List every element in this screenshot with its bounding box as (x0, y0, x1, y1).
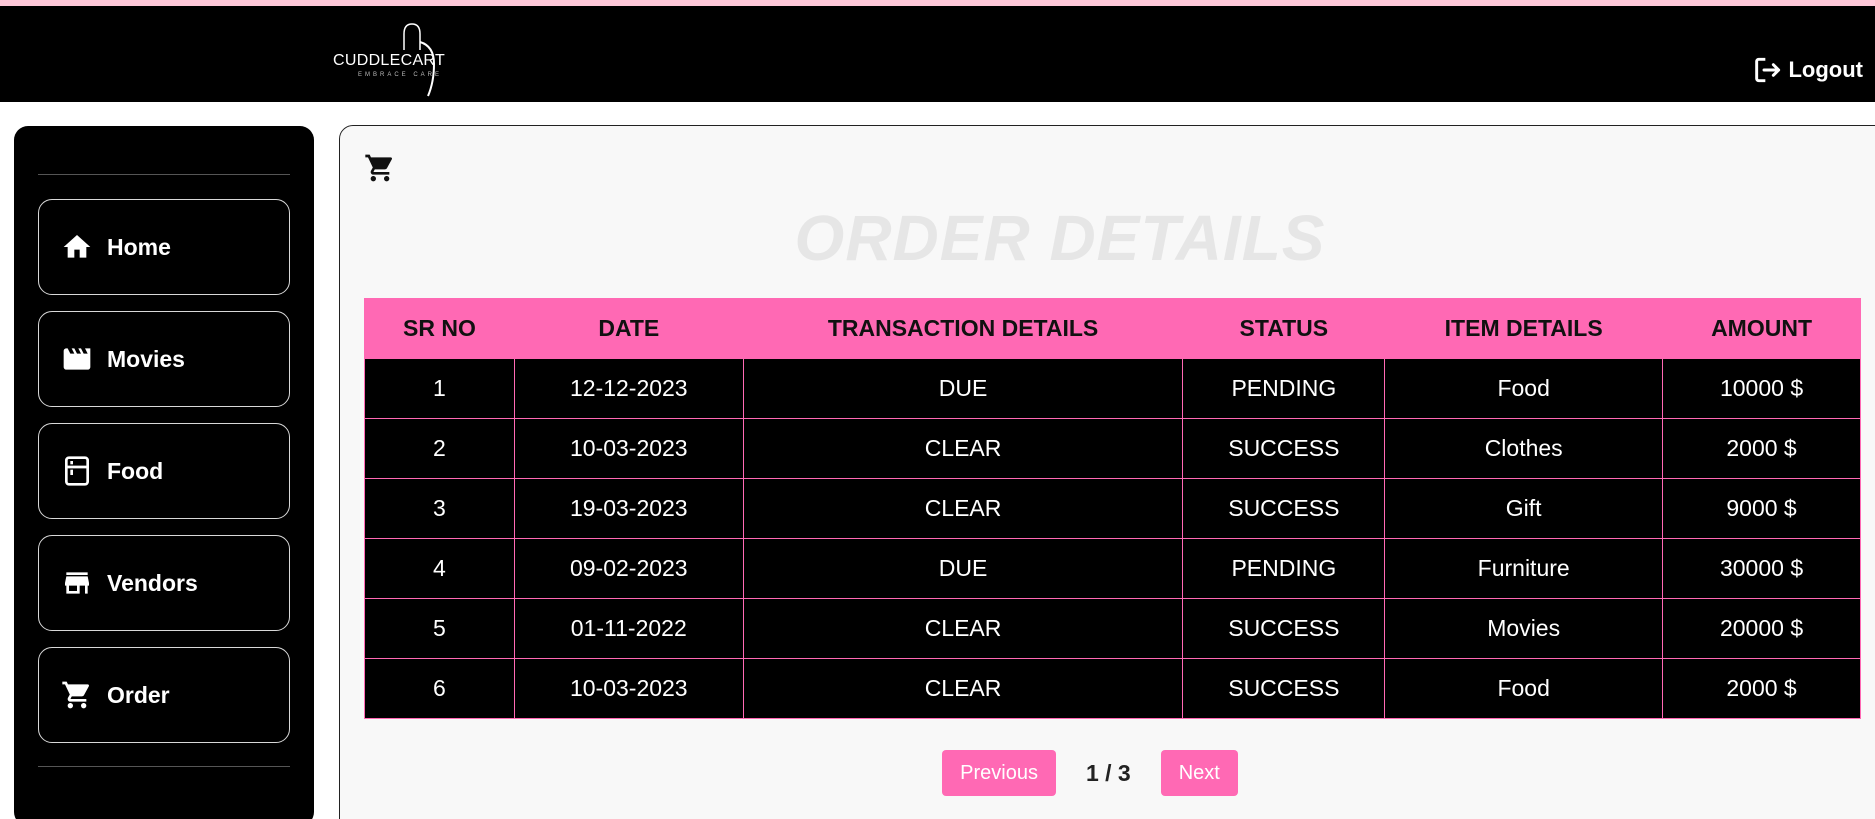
logo-text: CUDDLECART (333, 52, 446, 69)
cell-amount: 2000 $ (1662, 658, 1861, 719)
cell-item: Clothes (1384, 418, 1664, 479)
cuddlecart-logo[interactable]: CUDDLECART EMBRACE CARE (330, 16, 455, 98)
cell-transaction: CLEAR (742, 658, 1184, 719)
cell-status: SUCCESS (1182, 478, 1386, 539)
cell-sr-no: 1 (364, 358, 515, 419)
cell-status: PENDING (1182, 358, 1386, 419)
logo-tagline: EMBRACE CARE (358, 72, 443, 78)
cell-transaction: CLEAR (742, 418, 1184, 479)
cell-status: PENDING (1182, 538, 1386, 599)
orders-table: SR NO DATE TRANSACTION DETAILS STATUS IT… (364, 298, 1861, 719)
cell-transaction: DUE (742, 538, 1184, 599)
cell-status: SUCCESS (1182, 598, 1386, 659)
column-header-item: ITEM DETAILS (1384, 298, 1664, 359)
cell-amount: 10000 $ (1662, 358, 1861, 419)
sidebar-item-label: Vendors (107, 569, 198, 596)
page-title: ORDER DETAILS (340, 201, 1875, 275)
cell-sr-no: 5 (364, 598, 515, 659)
sidebar-item-label: Food (107, 457, 164, 484)
column-header-date: DATE (513, 298, 744, 359)
cell-amount: 9000 $ (1662, 478, 1861, 539)
next-page-button[interactable]: Next (1160, 750, 1238, 796)
page-indicator: 1 / 3 (1085, 759, 1131, 786)
sidebar-item-vendors[interactable]: Vendors (38, 535, 290, 631)
top-header: CUDDLECART EMBRACE CARE Logout (0, 6, 1875, 102)
movies-icon (61, 343, 93, 375)
table-row: 3 19-03-2023 CLEAR SUCCESS Gift 9000 $ (364, 478, 1861, 539)
sidebar-divider-bottom (38, 766, 290, 767)
table-row: 5 01-11-2022 CLEAR SUCCESS Movies 20000 … (364, 598, 1861, 659)
cell-status: SUCCESS (1182, 418, 1386, 479)
table-row: 2 10-03-2023 CLEAR SUCCESS Clothes 2000 … (364, 418, 1861, 479)
cell-date: 09-02-2023 (513, 538, 744, 599)
cell-amount: 2000 $ (1662, 418, 1861, 479)
page-title-text: ORDER DETAILS (794, 202, 1326, 274)
sidebar-item-movies[interactable]: Movies (38, 311, 290, 407)
logout-label: Logout (1788, 57, 1863, 82)
cell-transaction: CLEAR (742, 598, 1184, 659)
cell-item: Food (1384, 358, 1664, 419)
cell-date: 19-03-2023 (513, 478, 744, 539)
cell-sr-no: 6 (364, 658, 515, 719)
logout-icon (1755, 57, 1781, 83)
cell-date: 12-12-2023 (513, 358, 744, 419)
sidebar-item-home[interactable]: Home (38, 199, 290, 295)
cell-item: Food (1384, 658, 1664, 719)
pagination: Previous 1 / 3 Next (340, 750, 1875, 796)
cell-item: Movies (1384, 598, 1664, 659)
home-icon (61, 231, 93, 263)
cell-sr-no: 2 (364, 418, 515, 479)
sidebar-item-label: Order (107, 681, 170, 708)
store-icon (61, 567, 93, 599)
cell-amount: 30000 $ (1662, 538, 1861, 599)
cell-amount: 20000 $ (1662, 598, 1861, 659)
cart-icon (364, 152, 396, 189)
previous-page-button[interactable]: Previous (942, 750, 1056, 796)
column-header-amount: AMOUNT (1662, 298, 1861, 359)
cell-date: 10-03-2023 (513, 658, 744, 719)
cell-transaction: CLEAR (742, 478, 1184, 539)
cell-sr-no: 4 (364, 538, 515, 599)
cell-transaction: DUE (742, 358, 1184, 419)
sidebar-item-food[interactable]: Food (38, 423, 290, 519)
column-header-sr-no: SR NO (364, 298, 515, 359)
cart-icon (61, 679, 93, 711)
cell-item: Furniture (1384, 538, 1664, 599)
logout-button[interactable]: Logout (1752, 50, 1863, 90)
table-row: 4 09-02-2023 DUE PENDING Furniture 30000… (364, 538, 1861, 599)
food-icon (61, 455, 93, 487)
cell-date: 10-03-2023 (513, 418, 744, 479)
sidebar-item-label: Movies (107, 345, 185, 372)
column-header-status: STATUS (1182, 298, 1386, 359)
sidebar: Home Movies Food Vendors Order (14, 126, 314, 819)
cell-sr-no: 3 (364, 478, 515, 539)
order-details-panel: ORDER DETAILS SR NO DATE TRANSACTION DET… (339, 125, 1875, 819)
column-header-transaction: TRANSACTION DETAILS (742, 298, 1184, 359)
table-header-row: SR NO DATE TRANSACTION DETAILS STATUS IT… (364, 298, 1861, 359)
cell-date: 01-11-2022 (513, 598, 744, 659)
sidebar-item-order[interactable]: Order (38, 647, 290, 743)
table-row: 6 10-03-2023 CLEAR SUCCESS Food 2000 $ (364, 658, 1861, 719)
cell-status: SUCCESS (1182, 658, 1386, 719)
sidebar-divider-top (38, 174, 290, 175)
sidebar-item-label: Home (107, 233, 171, 260)
cell-item: Gift (1384, 478, 1664, 539)
table-row: 1 12-12-2023 DUE PENDING Food 10000 $ (364, 358, 1861, 419)
